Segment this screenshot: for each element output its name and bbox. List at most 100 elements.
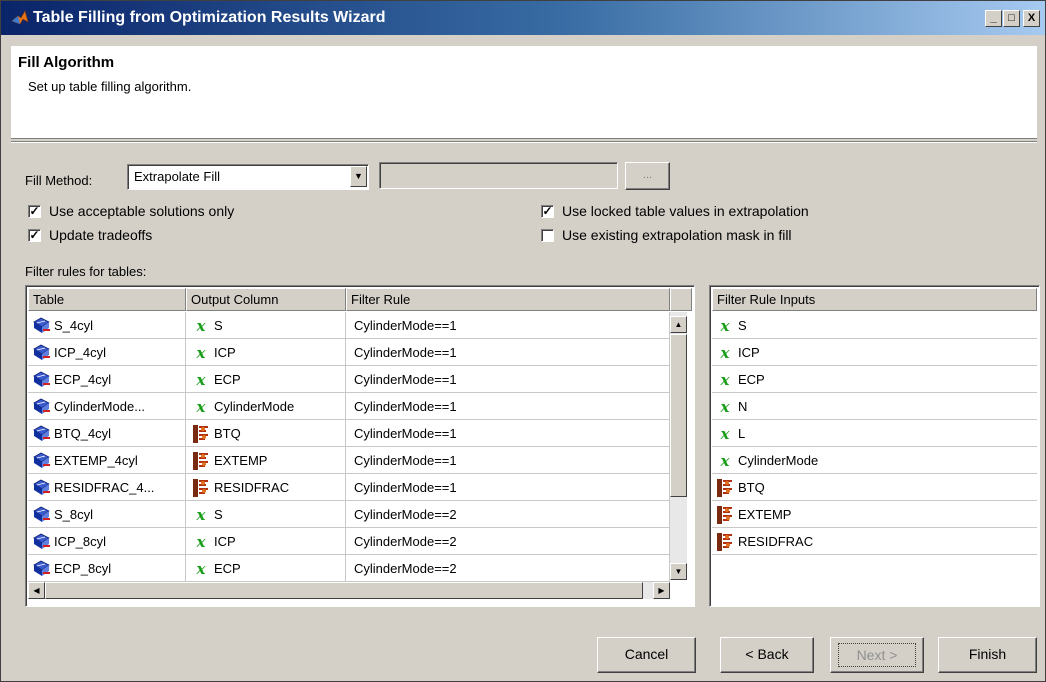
table-name-cell[interactable]: RESIDFRAC_4...	[28, 474, 186, 501]
filter-rule-cell[interactable]: CylinderMode==1	[346, 393, 670, 420]
output-column-cell[interactable]: x CylinderMode	[186, 393, 346, 420]
list-item[interactable]: RESIDFRAC	[712, 528, 1037, 555]
existing-mask-checkbox[interactable]: Use existing extrapolation mask in fill	[541, 227, 792, 243]
output-column-cell[interactable]: x ICP	[186, 528, 346, 555]
table-row[interactable]: RESIDFRAC_4... RESIDFRAC CylinderMode==1	[28, 474, 670, 501]
title-bar[interactable]: Table Filling from Optimization Results …	[1, 1, 1045, 35]
lookup-table-icon	[32, 397, 50, 417]
scroll-left-button[interactable]: ◀	[28, 582, 45, 599]
fill-method-dropdown[interactable]: Extrapolate Fill ▼	[127, 164, 369, 190]
table-name-cell[interactable]: S_4cyl	[28, 312, 186, 339]
maximize-button[interactable]: □	[1003, 10, 1020, 27]
filter-rule-cell[interactable]: CylinderMode==2	[346, 555, 670, 582]
list-item[interactable]: BTQ	[712, 474, 1037, 501]
update-tradeoffs-label: Update tradeoffs	[49, 227, 153, 243]
rule-input-cell[interactable]: EXTEMP	[712, 501, 1037, 528]
chevron-down-icon[interactable]: ▼	[350, 166, 367, 187]
table-name-cell[interactable]: EXTEMP_4cyl	[28, 447, 186, 474]
column-header-filter-rule[interactable]: Filter Rule	[346, 288, 670, 311]
rule-input-name: CylinderMode	[738, 452, 819, 468]
column-header-rule-inputs[interactable]: Filter Rule Inputs	[712, 288, 1037, 311]
filter-rule-cell[interactable]: CylinderMode==1	[346, 474, 670, 501]
checkbox-update-tradeoffs[interactable]: ✓	[28, 228, 41, 242]
output-column-cell[interactable]: RESIDFRAC	[186, 474, 346, 501]
output-column-cell[interactable]: x ICP	[186, 339, 346, 366]
finish-button[interactable]: Finish	[938, 637, 1037, 673]
table-row[interactable]: ECP_8cyl x ECP CylinderMode==2	[28, 555, 670, 582]
checkbox-acceptable[interactable]: ✓	[28, 204, 41, 218]
table-row[interactable]: ICP_4cyl x ICP CylinderMode==1	[28, 339, 670, 366]
output-column-cell[interactable]: xS	[186, 501, 346, 528]
rule-input-cell[interactable]: RESIDFRAC	[712, 528, 1037, 555]
rule-input-cell[interactable]: xS	[712, 312, 1037, 339]
back-button[interactable]: < Back	[720, 637, 814, 673]
output-column-cell[interactable]: xS	[186, 312, 346, 339]
filter-rule-cell[interactable]: CylinderMode==2	[346, 528, 670, 555]
table-row[interactable]: S_4cyl x S CylinderMode==1	[28, 312, 670, 339]
table-row[interactable]: ICP_8cyl x ICP CylinderMode==2	[28, 528, 670, 555]
horizontal-scroll-thumb[interactable]	[45, 582, 643, 599]
list-item[interactable]: xN	[712, 393, 1037, 420]
filter-rule-text: CylinderMode==2	[354, 506, 457, 522]
rule-input-cell[interactable]: x CylinderMode	[712, 447, 1037, 474]
filter-rule-cell[interactable]: CylinderMode==1	[346, 312, 670, 339]
table-name: ECP_4cyl	[54, 371, 112, 387]
scroll-down-button[interactable]: ▼	[670, 563, 687, 580]
update-tradeoffs-checkbox[interactable]: ✓ Update tradeoffs	[28, 227, 152, 243]
column-header-table[interactable]: Table	[28, 288, 186, 311]
vertical-scroll-thumb[interactable]	[670, 334, 687, 497]
lookup-table-icon	[32, 424, 50, 444]
table-name-cell[interactable]: CylinderMode...	[28, 393, 186, 420]
table-row[interactable]: CylinderMode... x CylinderMode CylinderMode…	[28, 393, 670, 420]
checkbox-locked-values[interactable]: ✓	[541, 204, 554, 218]
lookup-table-icon	[32, 559, 50, 579]
acceptable-solutions-checkbox[interactable]: ✓ Use acceptable solutions only	[28, 203, 234, 219]
cancel-button[interactable]: Cancel	[597, 637, 696, 673]
locked-values-checkbox[interactable]: ✓ Use locked table values in extrapolati…	[541, 203, 809, 219]
filter-rule-cell[interactable]: CylinderMode==2	[346, 501, 670, 528]
filter-rules-label: Filter rules for tables:	[25, 264, 147, 279]
rule-input-cell[interactable]: x ICP	[712, 339, 1037, 366]
close-button[interactable]: X	[1023, 10, 1040, 27]
table-name-cell[interactable]: S_8cyl	[28, 501, 186, 528]
list-item[interactable]: x ECP	[712, 366, 1037, 393]
scroll-up-button[interactable]: ▲	[670, 316, 687, 333]
response-model-icon	[716, 478, 734, 498]
list-item[interactable]: x CylinderMode	[712, 447, 1037, 474]
rule-input-name: L	[738, 425, 746, 441]
output-column-cell[interactable]: x ECP	[186, 366, 346, 393]
rule-input-cell[interactable]: xN	[712, 393, 1037, 420]
scroll-right-button[interactable]: ▶	[653, 582, 670, 599]
list-item[interactable]: x ICP	[712, 339, 1037, 366]
list-item[interactable]: EXTEMP	[712, 501, 1037, 528]
filter-rule-cell[interactable]: CylinderMode==1	[346, 420, 670, 447]
filter-rule-cell[interactable]: CylinderMode==1	[346, 339, 670, 366]
table-row[interactable]: EXTEMP_4cyl EXTEMP CylinderMode==1	[28, 447, 670, 474]
column-header-output[interactable]: Output Column	[186, 288, 346, 311]
output-column-cell[interactable]: EXTEMP	[186, 447, 346, 474]
list-item[interactable]: xL	[712, 420, 1037, 447]
table-name-cell[interactable]: ICP_8cyl	[28, 528, 186, 555]
checkbox-existing-mask[interactable]	[541, 228, 554, 242]
output-column-name: BTQ	[214, 425, 241, 441]
rule-input-cell[interactable]: BTQ	[712, 474, 1037, 501]
filter-rule-cell[interactable]: CylinderMode==1	[346, 447, 670, 474]
table-name-cell[interactable]: BTQ_4cyl	[28, 420, 186, 447]
table-row[interactable]: ECP_4cyl x ECP CylinderMode==1	[28, 366, 670, 393]
table-row[interactable]: S_8cyl x S CylinderMode==2	[28, 501, 670, 528]
step-header: Fill Algorithm Set up table filling algo…	[11, 46, 1037, 139]
table-name-cell[interactable]: ICP_4cyl	[28, 339, 186, 366]
rule-input-cell[interactable]: xL	[712, 420, 1037, 447]
rule-input-name: RESIDFRAC	[738, 533, 814, 549]
x-variable-icon: x	[196, 316, 206, 335]
output-column-cell[interactable]: x ECP	[186, 555, 346, 582]
filter-rule-text: CylinderMode==1	[354, 479, 457, 495]
table-name-cell[interactable]: ECP_4cyl	[28, 366, 186, 393]
rule-input-cell[interactable]: x ECP	[712, 366, 1037, 393]
table-name-cell[interactable]: ECP_8cyl	[28, 555, 186, 582]
minimize-button[interactable]: _	[985, 10, 1002, 27]
filter-rule-cell[interactable]: CylinderMode==1	[346, 366, 670, 393]
table-row[interactable]: BTQ_4cyl BTQ CylinderMode==1	[28, 420, 670, 447]
list-item[interactable]: xS	[712, 312, 1037, 339]
output-column-cell[interactable]: BTQ	[186, 420, 346, 447]
